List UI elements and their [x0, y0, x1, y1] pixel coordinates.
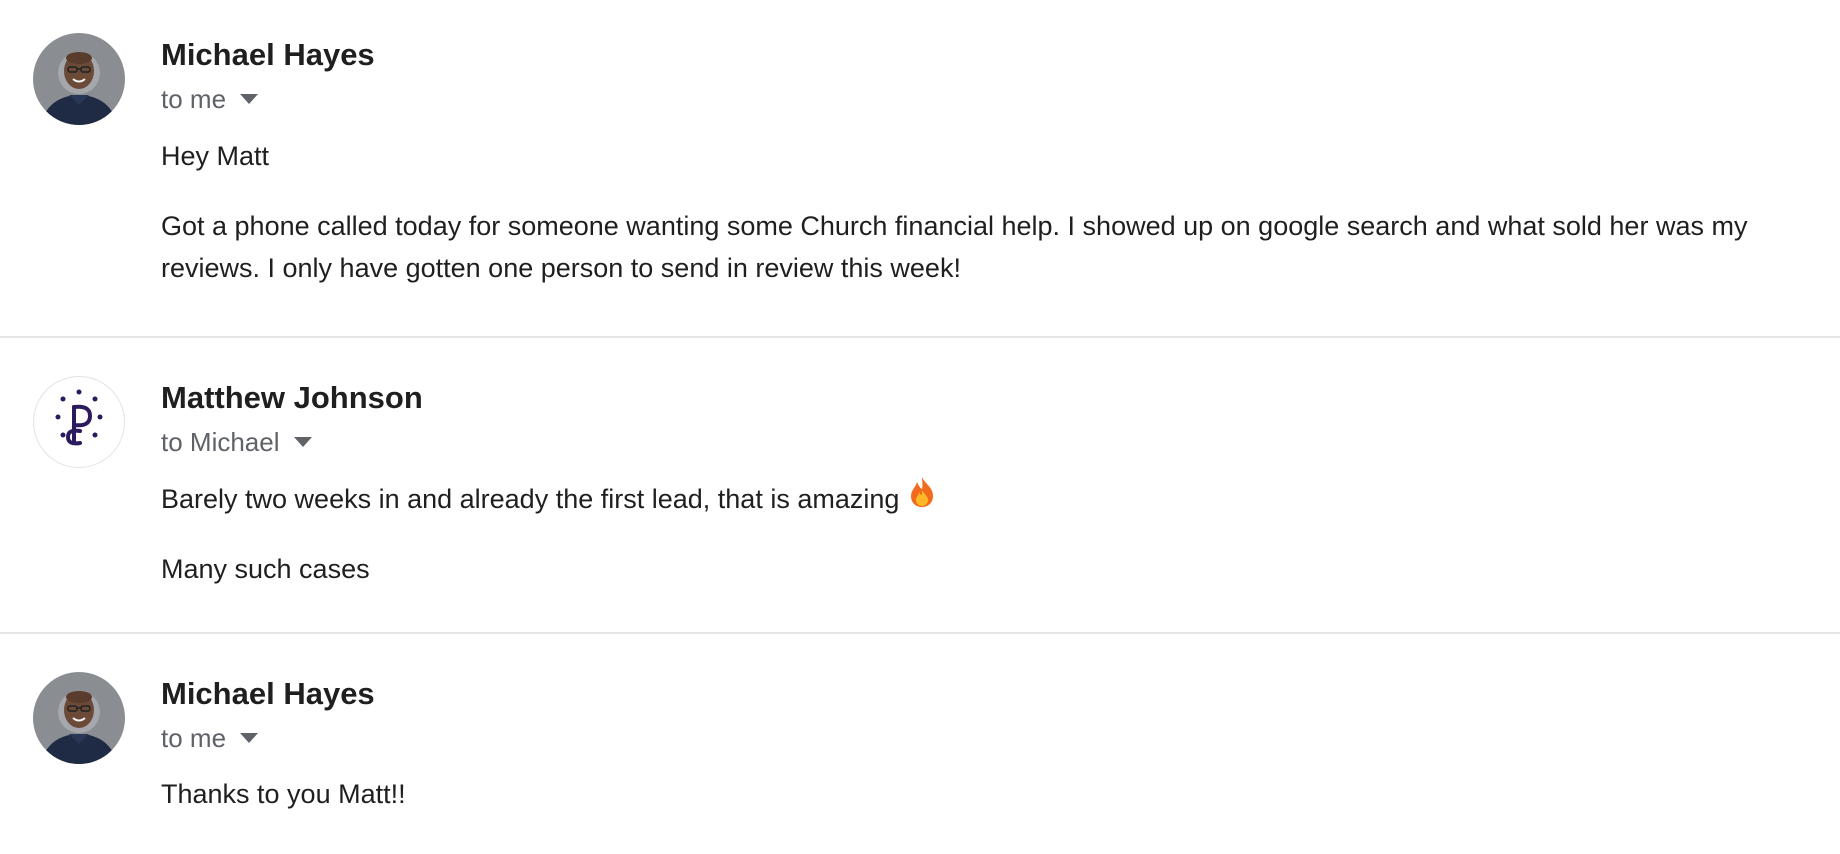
message-body-closing: Many such cases	[161, 554, 370, 584]
message-divider	[0, 632, 1840, 634]
message-body-line: Barely two weeks in and already the firs…	[161, 484, 900, 514]
avatar[interactable]	[33, 33, 125, 125]
sender-name[interactable]: Michael Hayes	[161, 676, 375, 712]
message-body-text: Got a phone called today for someone wan…	[161, 211, 1748, 283]
sender-name[interactable]: Matthew Johnson	[161, 380, 423, 416]
recipient-toggle[interactable]: to me	[161, 84, 259, 115]
message-body-text: Thanks to you Matt!!	[161, 779, 406, 809]
recipient-toggle[interactable]: to Michael	[161, 427, 312, 458]
message-body-text: Barely two weeks in and already the firs…	[161, 476, 937, 523]
message-divider	[0, 336, 1840, 338]
person-photo-icon	[33, 672, 125, 764]
sender-name[interactable]: Michael Hayes	[161, 37, 375, 73]
avatar[interactable]	[33, 376, 125, 468]
message-body-greeting: Hey Matt	[161, 141, 270, 171]
recipient-toggle[interactable]: to me	[161, 723, 259, 754]
recipient-label: to me	[161, 84, 227, 114]
fire-icon	[907, 476, 937, 520]
recipient-label: to me	[161, 723, 227, 753]
chevron-down-icon[interactable]	[240, 94, 259, 105]
chevron-down-icon[interactable]	[240, 733, 259, 744]
chevron-down-icon[interactable]	[293, 437, 312, 448]
person-photo-icon	[33, 33, 125, 125]
avatar[interactable]	[33, 672, 125, 764]
email-thread: Michael Hayes to me Hey Matt Got a phone…	[0, 0, 1840, 854]
logo-icon	[55, 389, 103, 446]
recipient-label: to Michael	[161, 427, 280, 457]
